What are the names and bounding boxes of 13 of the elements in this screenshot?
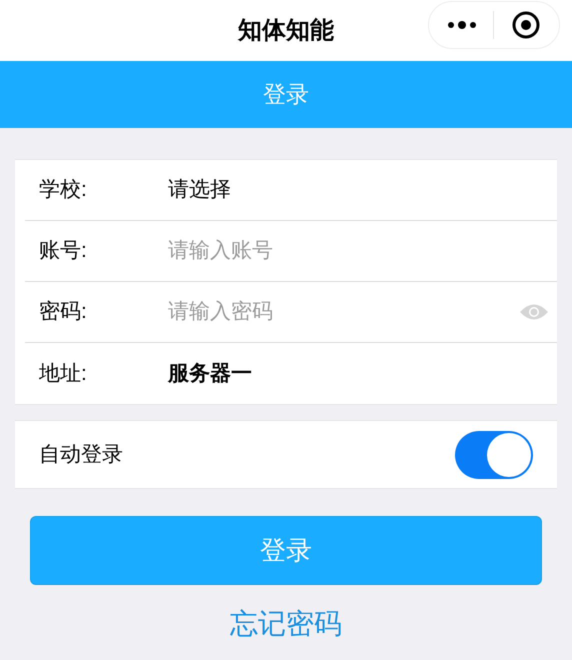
auto-login-switch[interactable] bbox=[455, 430, 533, 478]
more-icon[interactable] bbox=[447, 20, 477, 30]
window-title: 知体知能 bbox=[238, 16, 334, 46]
field-label: 地址: bbox=[38, 360, 88, 387]
school-picker[interactable]: 请选择 bbox=[168, 174, 231, 206]
header-title: 登录 bbox=[263, 80, 309, 110]
field-label: 学校: bbox=[38, 177, 88, 204]
server-picker[interactable]: 服务器一 bbox=[168, 358, 252, 390]
account-field[interactable]: 请输入账号 bbox=[168, 235, 549, 267]
password-field[interactable]: 请输入密码 bbox=[168, 296, 519, 328]
auto-login-label: 自动登录 bbox=[39, 442, 123, 468]
field-label: 账号: bbox=[38, 238, 88, 264]
field-label: 密码: bbox=[38, 299, 88, 326]
